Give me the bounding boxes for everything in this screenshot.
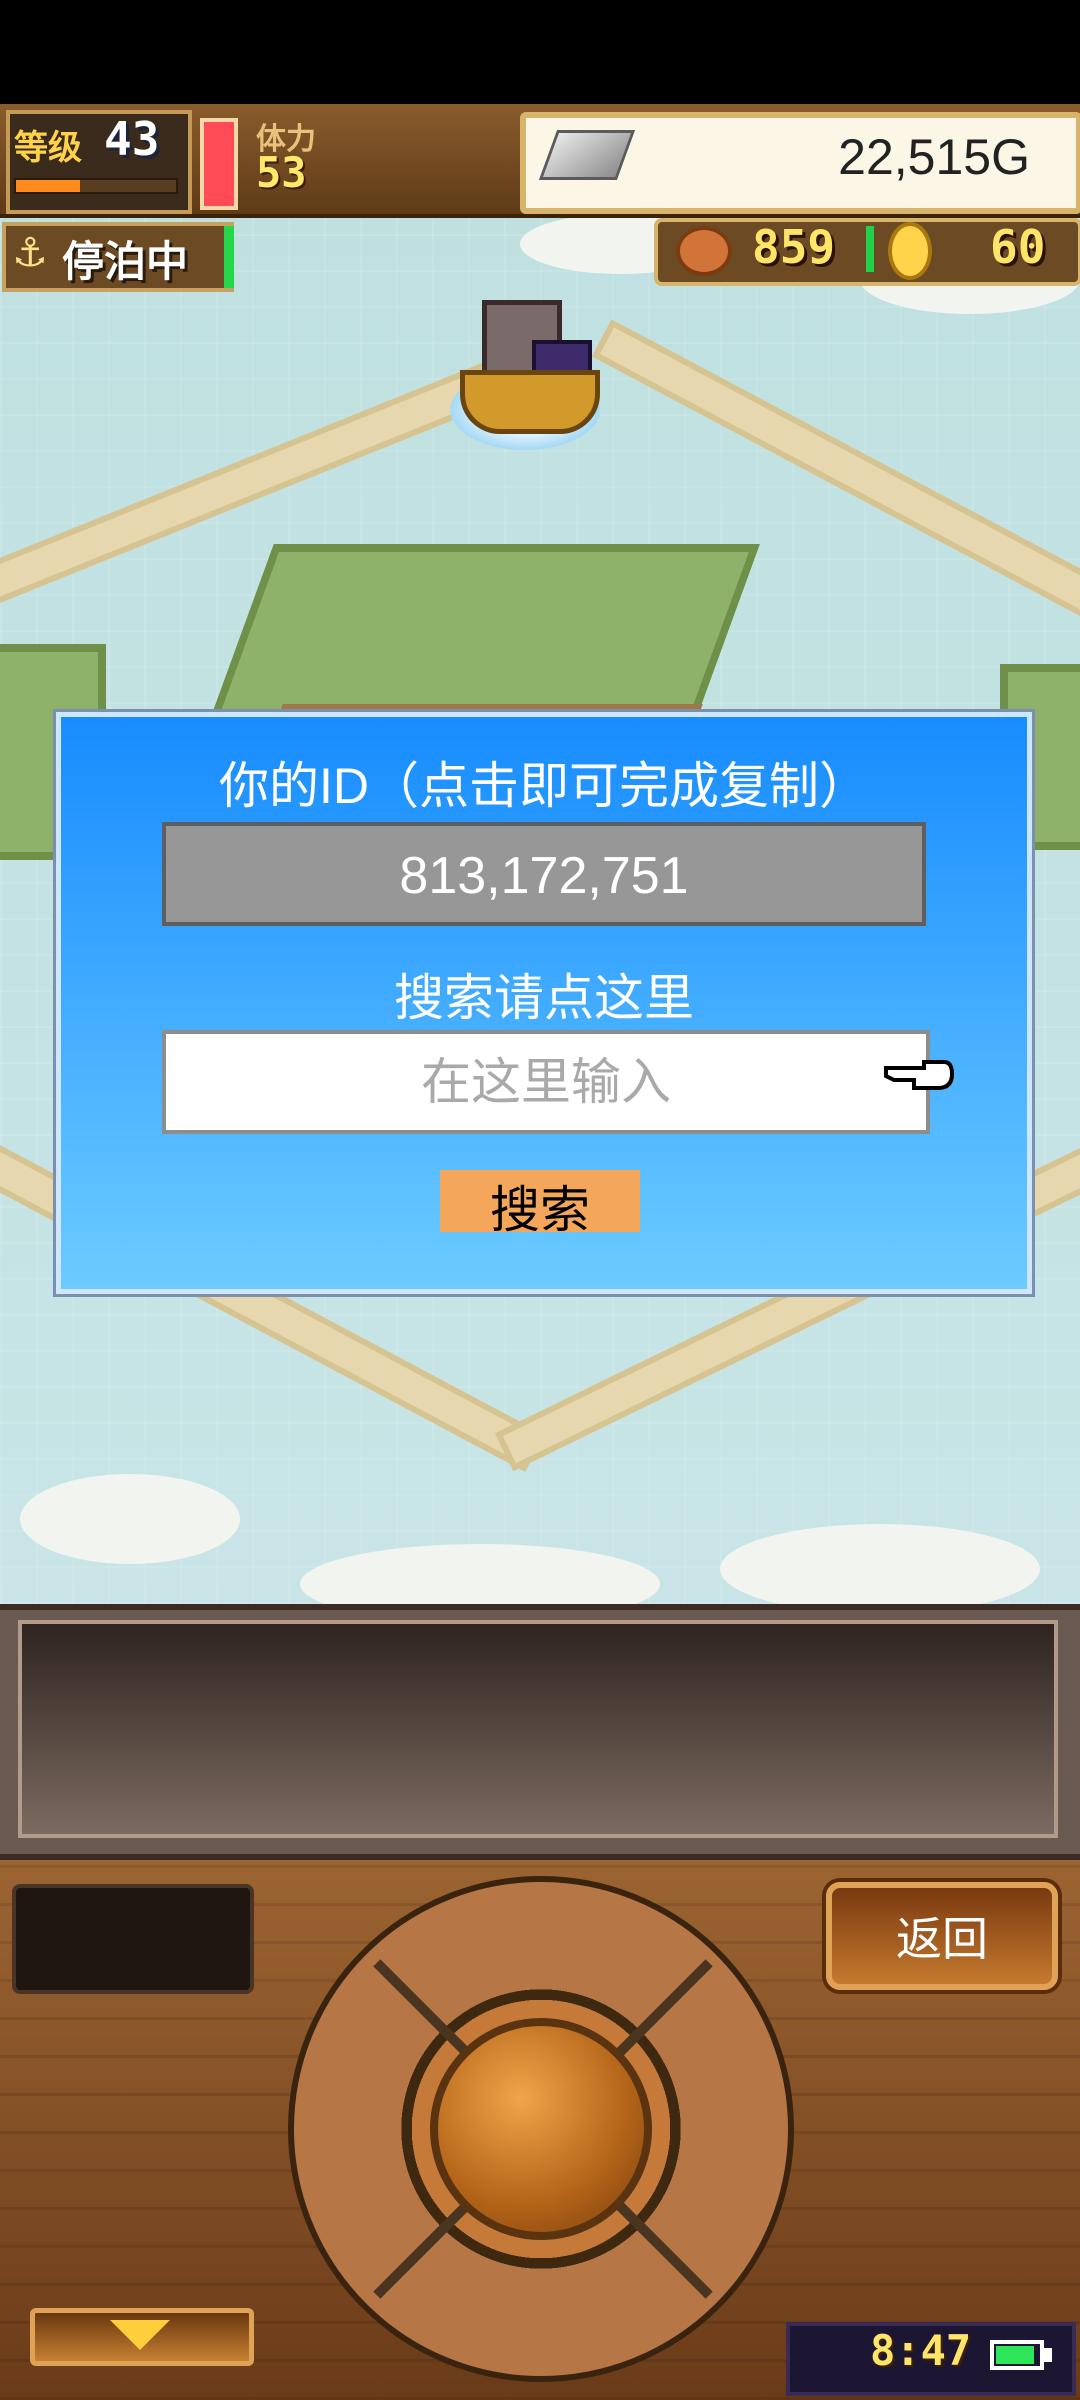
battery-terminal [1044, 2348, 1052, 2362]
pointing-hand-icon [884, 1060, 954, 1090]
player-ship[interactable] [460, 370, 600, 434]
resource-divider [866, 226, 874, 272]
fish-count: 859 [752, 220, 836, 274]
empty-slot [12, 1884, 254, 1994]
island[interactable] [206, 544, 760, 730]
level-label: 等级 [14, 128, 82, 168]
fish-icon [676, 226, 732, 276]
back-button[interactable]: 返回 [826, 1882, 1058, 1990]
stamina-value: 53 [256, 148, 307, 197]
player-id-value[interactable]: 813,172,751 [162, 846, 926, 906]
top-black-bar [0, 0, 1080, 104]
id-title: 你的ID（点击即可完成复制） [219, 758, 869, 814]
search-button[interactable]: 搜索 [440, 1170, 640, 1238]
anchor-status-label: 停泊中 [62, 237, 189, 286]
search-title: 搜索请点这里 [394, 970, 694, 1026]
cloud [300, 1544, 660, 1604]
dpad-center-button[interactable] [430, 2018, 652, 2240]
coin-count: 60 [990, 220, 1046, 274]
down-arrow-icon [110, 2320, 170, 2350]
battery-level-fill [996, 2346, 1034, 2364]
level-progress-bar [14, 178, 178, 194]
clock: 8:47 [870, 2326, 972, 2375]
search-id-input[interactable] [162, 1030, 930, 1134]
cloud [720, 1524, 1040, 1604]
cloud [20, 1474, 240, 1564]
money-value: 22,515G [838, 129, 1030, 185]
status-indicator [224, 226, 234, 288]
anchor-icon: ⚓ [12, 230, 48, 276]
level-value: 43 [104, 112, 160, 166]
level-progress-fill [16, 180, 80, 192]
coin-icon [888, 222, 932, 280]
message-box [18, 1620, 1058, 1838]
stamina-gauge [200, 118, 238, 210]
